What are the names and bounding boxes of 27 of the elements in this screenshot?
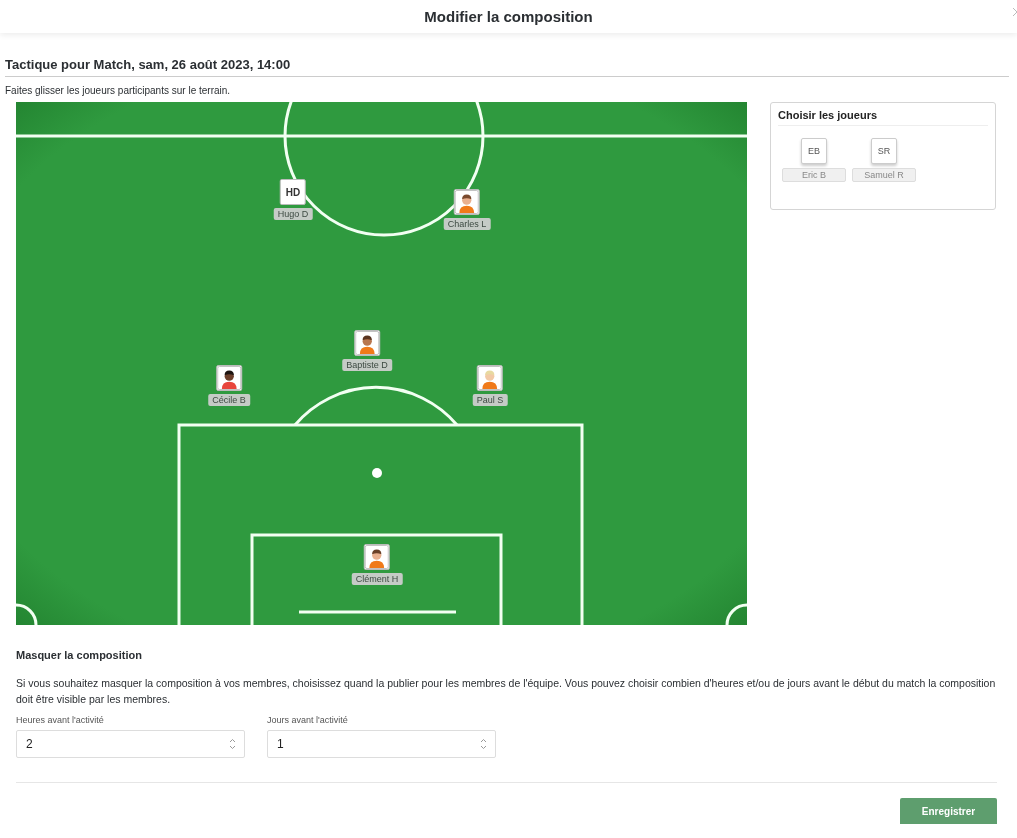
avatar-icon[interactable] [354, 330, 380, 356]
number-field[interactable]: 1 [267, 730, 496, 758]
avatar-icon[interactable] [216, 365, 242, 391]
spinner-icon[interactable] [229, 738, 236, 750]
player-name: Clément H [351, 573, 403, 585]
dialog-title: Modifier la composition [424, 8, 593, 25]
player-name: Hugo D [273, 208, 313, 220]
field-label: Jours avant l'activité [267, 715, 349, 725]
player-initials[interactable]: EB [801, 138, 827, 164]
player-initials[interactable]: SR [871, 138, 897, 164]
player-name: Charles L [443, 218, 491, 230]
panel-title: Choisir les joueurs [778, 109, 988, 126]
player-name: Eric B [782, 168, 846, 182]
avatar-icon[interactable] [364, 544, 390, 570]
player-name: Paul S [472, 394, 508, 406]
player-name: Baptiste D [342, 359, 392, 371]
spinner-icon[interactable] [480, 738, 487, 750]
section-heading: Masquer la composition [16, 649, 143, 661]
description-text: Si vous souhaitez masquer la composition à vos membres, choisissez quand la publier pour les membres de l'équipe. Vous pouvez choisir combien d'heures et/ou de jours avant le début du match la composition doit être visible par les membres. [16, 676, 997, 707]
section-title: Tactique pour Match, sam, 26 août 2023, 14:00 [5, 57, 1009, 77]
avatar-icon[interactable] [454, 189, 480, 215]
player-name: Samuel R [852, 168, 916, 182]
field-label: Heures avant l'activité [16, 715, 105, 725]
number-field[interactable]: 2 [16, 730, 245, 758]
instruction-text: Faites glisser les joueurs participants sur le terrain. [5, 85, 232, 96]
player-name: Cécile B [208, 394, 250, 406]
player-initials[interactable]: HD [280, 179, 306, 205]
